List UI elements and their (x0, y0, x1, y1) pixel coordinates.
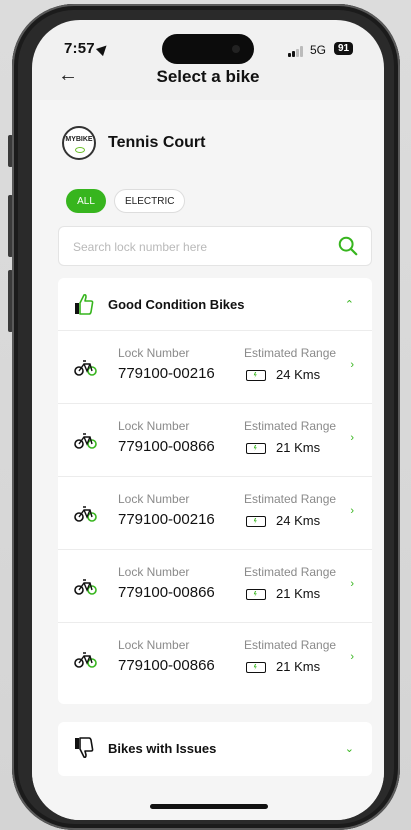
good-condition-title: Good Condition Bikes (108, 296, 245, 312)
battery-level: 91 (334, 42, 354, 55)
estimated-range-value: 21 Kms (276, 659, 321, 674)
home-indicator[interactable] (150, 804, 268, 809)
lock-number-value: 779100-00866 (118, 657, 215, 674)
lock-number-value: 779100-00866 (118, 584, 215, 601)
status-bar: 7:57 5G 91 (32, 20, 384, 68)
search-icon[interactable] (337, 235, 359, 257)
lock-number-label: Lock Number (118, 346, 190, 360)
chevron-up-icon[interactable]: ⌃ (345, 298, 354, 311)
bike-icon (74, 652, 97, 668)
lock-number-value: 779100-00216 (118, 511, 215, 528)
lock-number-label: Lock Number (118, 419, 190, 433)
lock-number-label: Lock Number (118, 565, 190, 579)
estimated-range-label: Estimated Range (244, 346, 337, 360)
estimated-range-value: 21 Kms (276, 440, 321, 455)
thumbs-down-icon (75, 737, 94, 759)
chevron-right-icon[interactable]: › (350, 359, 354, 371)
estimated-range-label: Estimated Range (244, 638, 337, 652)
chevron-right-icon[interactable]: › (350, 578, 354, 590)
bike-icon (74, 506, 97, 522)
chip-electric[interactable]: ELECTRIC (114, 189, 186, 213)
page-title: Select a bike (156, 67, 260, 86)
status-time: 7:57 (64, 40, 110, 57)
lock-number-label: Lock Number (118, 492, 190, 506)
chip-all[interactable]: ALL (66, 189, 106, 213)
phone-frame: 7:57 5G 91 ← Select a bike MYBIKE Tennis… (12, 4, 400, 830)
bike-row[interactable]: Lock Number 779100-00866 Estimated Range… (58, 549, 372, 622)
chevron-right-icon[interactable]: › (350, 432, 354, 444)
search-placeholder: Search lock number here (73, 240, 208, 254)
bike-row[interactable]: Lock Number 779100-00216 Estimated Range… (58, 476, 372, 549)
lock-number-value: 779100-00216 (118, 365, 215, 382)
estimated-range-value: 24 Kms (276, 367, 321, 382)
network-label: 5G (310, 43, 327, 57)
good-condition-header[interactable]: Good Condition Bikes ⌃ (58, 278, 372, 330)
issues-title: Bikes with Issues (108, 740, 217, 756)
estimated-range-value: 21 Kms (276, 586, 321, 601)
lock-number-label: Lock Number (118, 638, 190, 652)
battery-charging-icon (246, 662, 266, 673)
lock-number-value: 779100-00866 (118, 438, 215, 455)
issues-header[interactable]: Bikes with Issues ⌄ (58, 722, 372, 774)
battery-charging-icon (246, 589, 266, 600)
bike-row[interactable]: Lock Number 779100-00216 Estimated Range… (58, 330, 372, 403)
battery-charging-icon (246, 443, 266, 454)
dynamic-island (162, 34, 254, 64)
filter-chips: ALL ELECTRIC (66, 189, 186, 213)
bike-icon (74, 360, 97, 376)
signal-icon (288, 46, 304, 57)
issues-section: Bikes with Issues ⌄ (58, 722, 372, 776)
battery-charging-icon (246, 516, 266, 527)
estimated-range-value: 24 Kms (276, 513, 321, 528)
bike-icon (74, 579, 97, 595)
thumbs-up-icon (75, 293, 94, 315)
bike-row[interactable]: Lock Number 779100-00866 Estimated Range… (58, 622, 372, 695)
estimated-range-label: Estimated Range (244, 492, 337, 506)
bike-row[interactable]: Lock Number 779100-00866 Estimated Range… (58, 403, 372, 476)
search-input[interactable]: Search lock number here (58, 226, 372, 266)
brand-logo: MYBIKE (62, 126, 96, 160)
location-name: Tennis Court (108, 134, 206, 151)
bike-icon (74, 433, 97, 449)
battery-charging-icon (246, 370, 266, 381)
estimated-range-label: Estimated Range (244, 565, 337, 579)
chevron-right-icon[interactable]: › (350, 505, 354, 517)
good-condition-section: Good Condition Bikes ⌃ Lock Number 77910… (58, 278, 372, 704)
location-header: MYBIKE Tennis Court (62, 126, 205, 160)
estimated-range-label: Estimated Range (244, 419, 337, 433)
location-arrow-icon (95, 41, 110, 57)
screen: 7:57 5G 91 ← Select a bike MYBIKE Tennis… (32, 20, 384, 820)
chevron-down-icon[interactable]: ⌄ (345, 742, 354, 755)
chevron-right-icon[interactable]: › (350, 651, 354, 663)
